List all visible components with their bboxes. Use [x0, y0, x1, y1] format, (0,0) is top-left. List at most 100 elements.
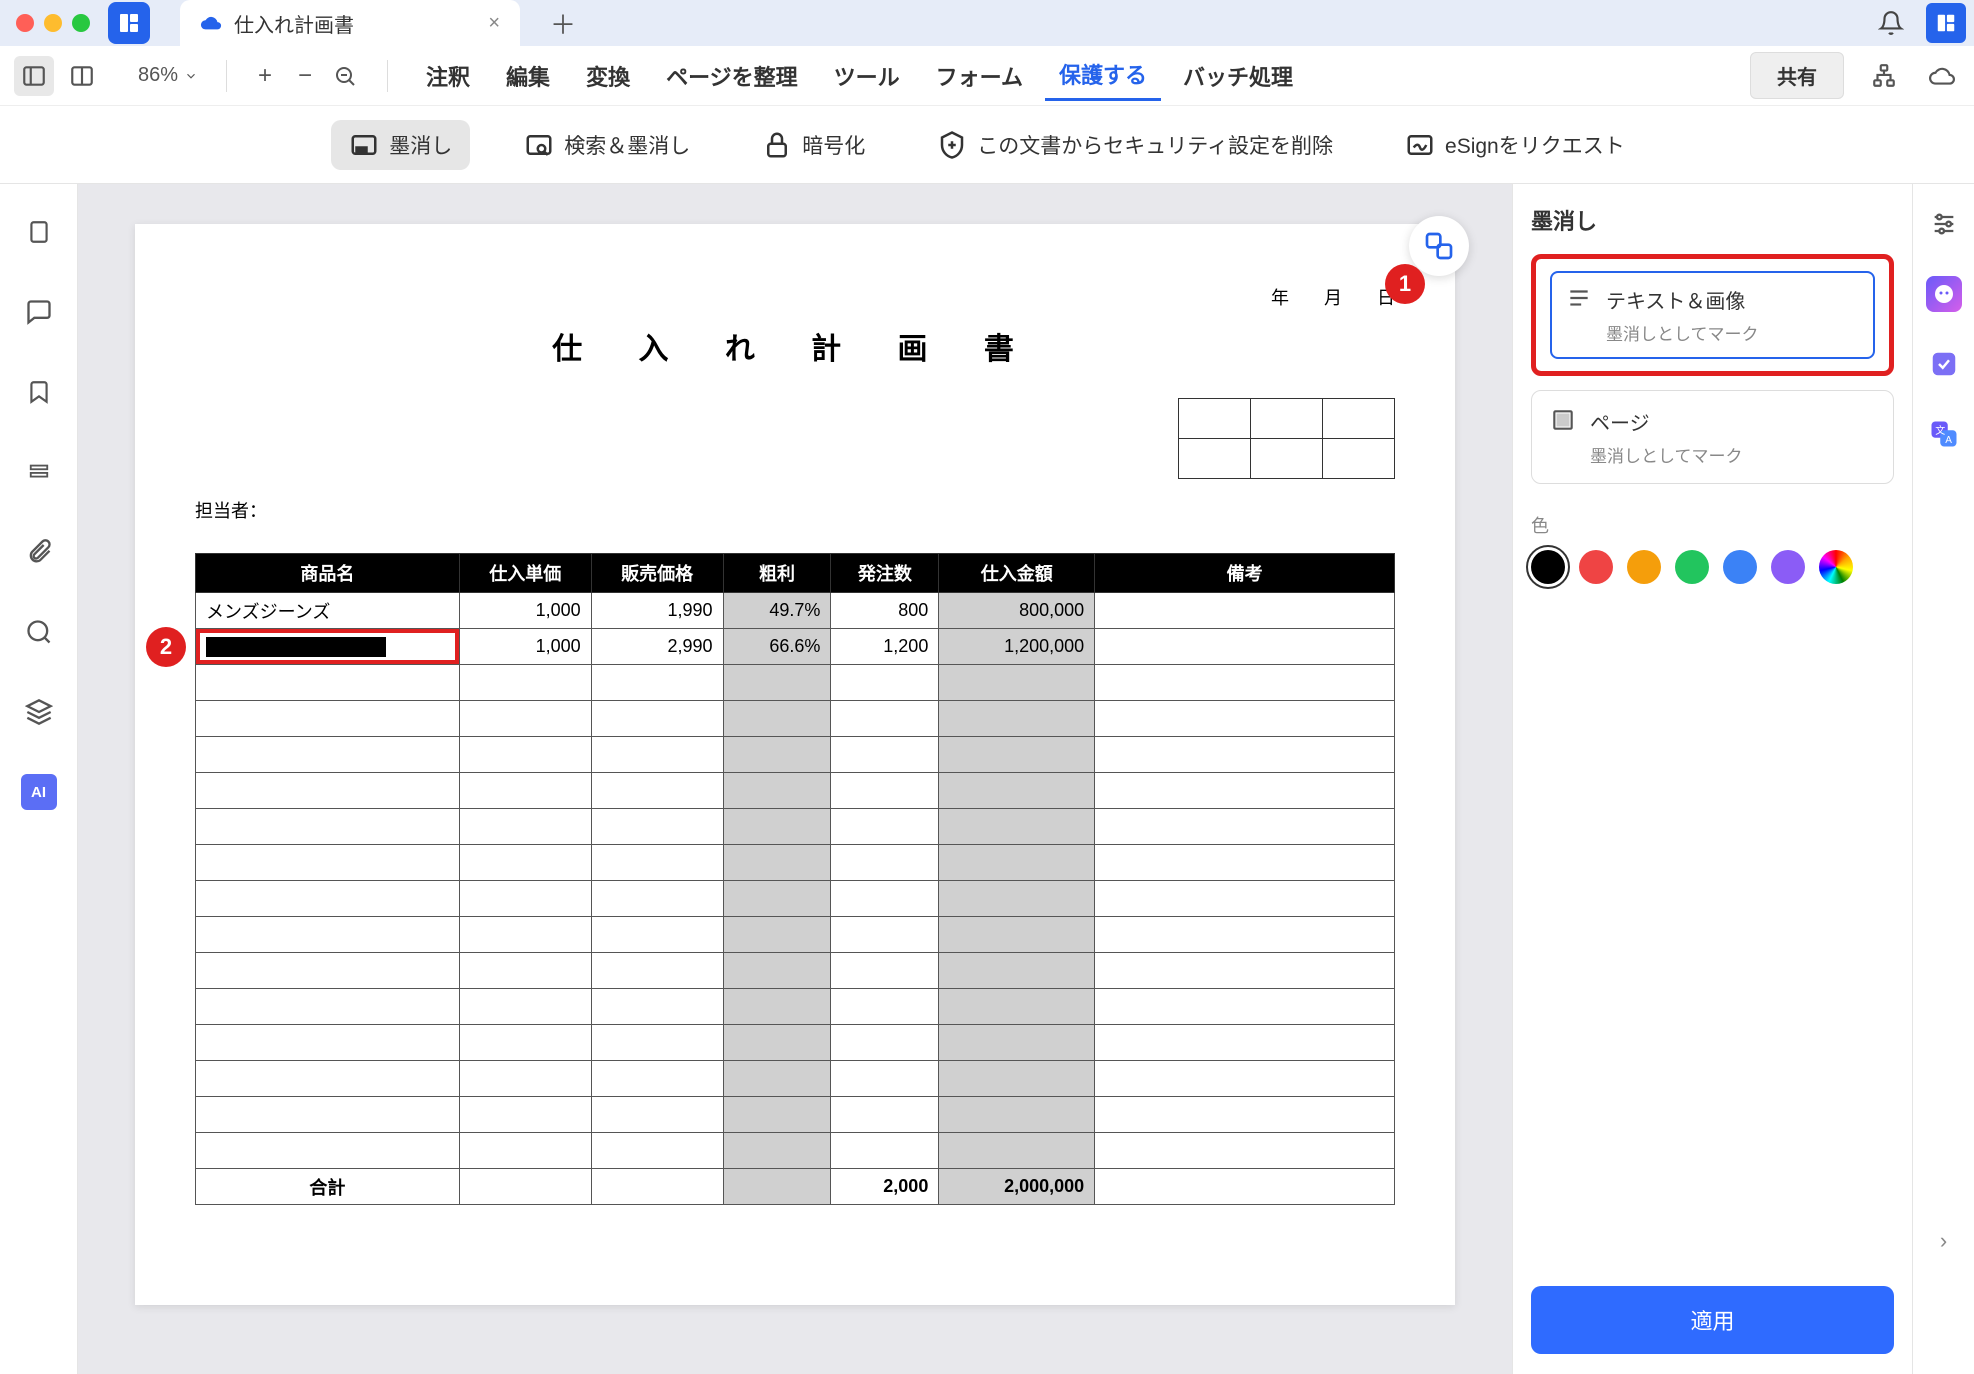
menu-edit[interactable]: 編集	[492, 52, 564, 100]
share-button[interactable]: 共有	[1750, 52, 1844, 99]
table-row: メンズジーンズ 1,000 1,990 49.7% 800 800,000	[196, 593, 1395, 629]
cell-name-redacted[interactable]: 2	[196, 629, 460, 665]
apply-button[interactable]: 適用	[1531, 1286, 1894, 1354]
panel-split-toggle[interactable]	[62, 56, 102, 96]
redact-page-option[interactable]: ページ 墨消しとしてマーク	[1531, 390, 1894, 484]
year-label: 年	[1271, 288, 1289, 308]
zoom-controls: 86% + −	[130, 58, 363, 94]
esign-button[interactable]: eSignをリクエスト	[1387, 120, 1643, 170]
ai-assistant-button[interactable]	[1926, 276, 1962, 312]
window-controls	[16, 14, 90, 32]
cloud-button[interactable]	[1924, 58, 1960, 94]
color-red[interactable]	[1579, 550, 1613, 584]
encrypt-button[interactable]: 暗号化	[744, 120, 883, 170]
document-date-row: 年 月 日	[195, 284, 1395, 310]
th-qty: 発注数	[831, 554, 939, 593]
page-icon	[26, 217, 52, 247]
menu-protect[interactable]: 保護する	[1045, 50, 1161, 101]
total-label: 合計	[196, 1169, 460, 1205]
annotation-callout-2: 2	[146, 627, 186, 667]
notifications-icon[interactable]	[1878, 10, 1904, 36]
purchase-plan-table: 商品名 仕入単価 販売価格 粗利 発注数 仕入金額 備考 メンズジーンズ 1,0…	[195, 553, 1395, 1205]
zoom-fit-button[interactable]	[327, 58, 363, 94]
thumbnails-button[interactable]	[21, 214, 57, 250]
redaction-selection-box	[196, 629, 459, 664]
menu-form[interactable]: フォーム	[922, 52, 1037, 100]
search-icon	[25, 618, 53, 646]
tasks-button[interactable]	[1926, 346, 1962, 382]
floating-tool-badge[interactable]	[1409, 216, 1469, 276]
sitemap-button[interactable]	[1866, 58, 1902, 94]
color-swatches	[1531, 550, 1894, 584]
ai-button[interactable]: AI	[21, 774, 57, 810]
annotation-callout-1: 1	[1385, 264, 1425, 304]
translate-button[interactable]: 文A	[1926, 416, 1962, 452]
color-custom[interactable]	[1819, 550, 1853, 584]
close-window-button[interactable]	[16, 14, 34, 32]
properties-button[interactable]	[1926, 206, 1962, 242]
new-tab-button[interactable]: ＋	[550, 5, 576, 42]
minimize-window-button[interactable]	[44, 14, 62, 32]
layers-button[interactable]	[21, 694, 57, 730]
color-purple[interactable]	[1771, 550, 1805, 584]
maximize-window-button[interactable]	[72, 14, 90, 32]
robot-icon	[1932, 282, 1956, 306]
color-section-label: 色	[1531, 512, 1894, 538]
paperclip-icon	[25, 538, 53, 566]
menu-organize[interactable]: ページを整理	[652, 52, 812, 100]
option-subtitle: 墨消しとしてマーク	[1590, 442, 1743, 467]
cell-margin: 49.7%	[723, 593, 831, 629]
document-tab[interactable]: 仕入れ計画書 ×	[180, 0, 520, 46]
app-logo[interactable]	[108, 2, 150, 44]
menu-convert[interactable]: 変換	[572, 52, 644, 100]
sidebar-split-icon	[69, 63, 95, 89]
th-price: 販売価格	[591, 554, 723, 593]
document-canvas[interactable]: 1 年 月 日 仕 入 れ 計 画 書 担当者： 商品名 仕入単価 販売価格 粗…	[78, 184, 1512, 1374]
text-lines-icon	[1566, 285, 1592, 311]
fields-button[interactable]	[21, 454, 57, 490]
cell-note	[1095, 629, 1395, 665]
cloud-icon	[1929, 63, 1955, 89]
zoom-in-button[interactable]: +	[247, 58, 283, 94]
cell-amount: 800,000	[939, 593, 1095, 629]
main-area: AI 1 年 月 日 仕 入 れ 計 画 書 担当者：	[0, 184, 1974, 1374]
option-title: ページ	[1590, 407, 1743, 436]
color-black[interactable]	[1531, 550, 1565, 584]
esign-label: eSignをリクエスト	[1445, 130, 1625, 160]
menu-tools[interactable]: ツール	[820, 52, 914, 100]
menu-annotate[interactable]: 注釈	[412, 52, 484, 100]
panel-left-toggle[interactable]	[14, 56, 54, 96]
pdfelement-logo-icon	[1935, 12, 1957, 34]
title-bar: 仕入れ計画書 × ＋	[0, 0, 1974, 46]
th-unit: 仕入単価	[459, 554, 591, 593]
remove-security-button[interactable]: この文書からセキュリティ設定を削除	[919, 120, 1351, 170]
search-redact-icon	[524, 130, 554, 160]
brand-badge[interactable]	[1926, 3, 1966, 43]
color-orange[interactable]	[1627, 550, 1661, 584]
zoom-dropdown[interactable]: 86%	[130, 60, 206, 91]
option-subtitle: 墨消しとしてマーク	[1606, 320, 1759, 345]
approval-stamp-grid	[1178, 398, 1395, 479]
color-blue[interactable]	[1723, 550, 1757, 584]
tab-close-button[interactable]: ×	[488, 12, 500, 35]
comments-button[interactable]	[21, 294, 57, 330]
redact-tool-button[interactable]: 墨消し	[331, 120, 470, 170]
redact-text-image-option[interactable]: テキスト＆画像 墨消しとしてマーク	[1531, 254, 1894, 376]
zoom-out-button[interactable]: −	[287, 58, 323, 94]
search-button[interactable]	[21, 614, 57, 650]
total-row: 合計 2,000 2,000,000	[196, 1169, 1395, 1205]
expand-panel-button[interactable]: ›	[1940, 1228, 1947, 1254]
color-green[interactable]	[1675, 550, 1709, 584]
redact-icon	[349, 130, 379, 160]
attachments-button[interactable]	[21, 534, 57, 570]
menu-batch[interactable]: バッチ処理	[1169, 52, 1307, 100]
bookmarks-button[interactable]	[21, 374, 57, 410]
fit-page-icon	[333, 64, 357, 88]
right-sidebar: 文A ›	[1912, 184, 1974, 1374]
search-redact-button[interactable]: 検索＆墨消し	[506, 120, 708, 170]
cell-qty: 800	[831, 593, 939, 629]
chevron-down-icon	[184, 69, 198, 83]
check-badge-icon	[1929, 349, 1959, 379]
cloud-icon	[200, 12, 222, 34]
table-row-redacted: 2 1,000 2,990 66.6% 1,200 1,200,000	[196, 629, 1395, 665]
